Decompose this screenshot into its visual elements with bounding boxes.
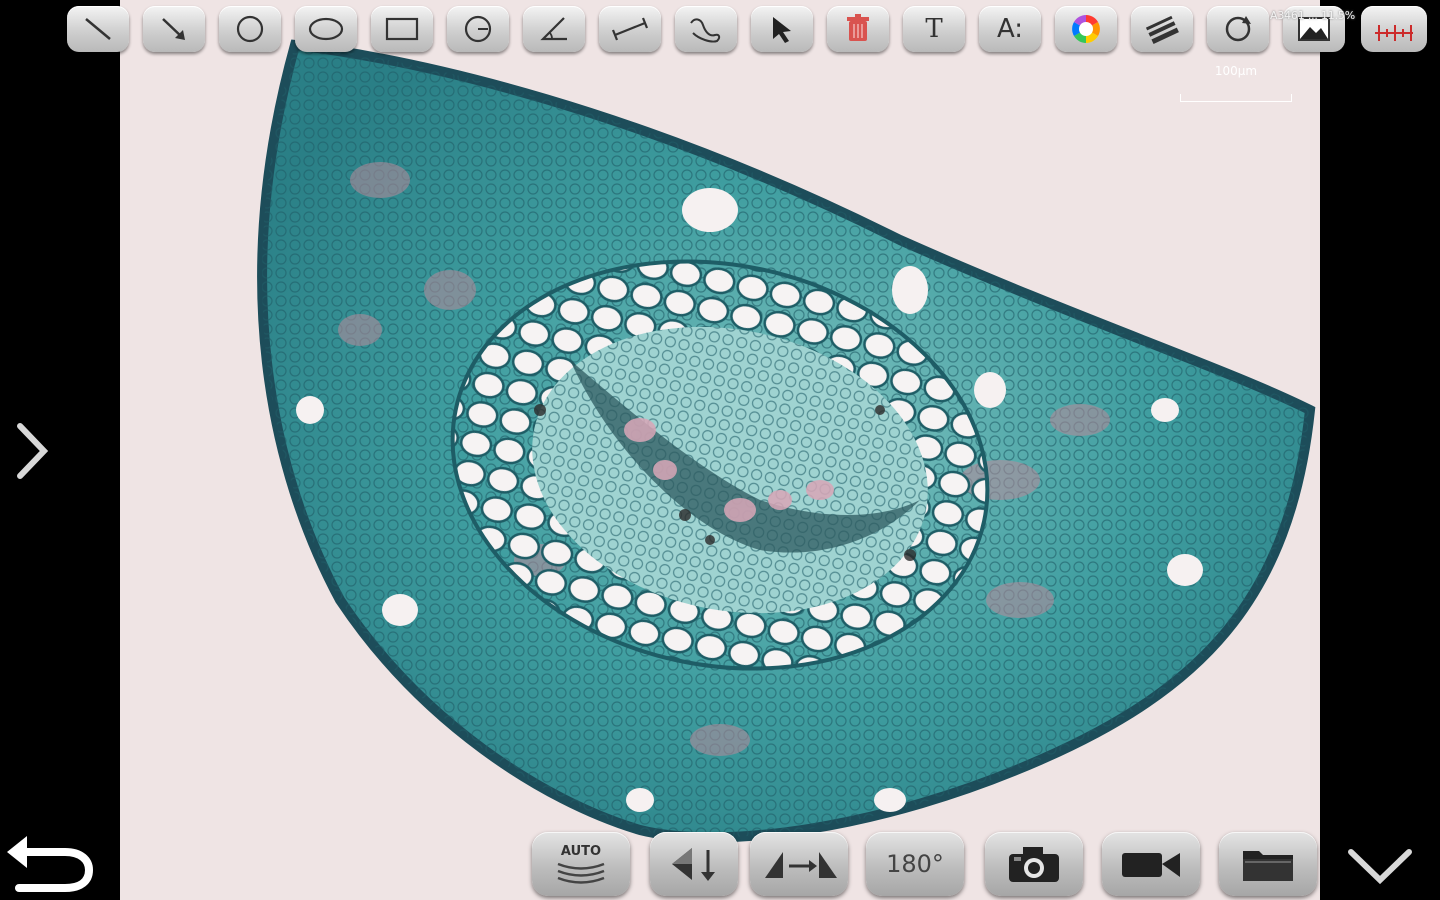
line-tool-button[interactable]: [67, 6, 129, 52]
record-video-button[interactable]: [1102, 832, 1200, 896]
auto-label: AUTO: [560, 843, 602, 859]
video-camera-icon: [1122, 853, 1180, 877]
font-size-icon: A:: [996, 14, 1024, 44]
calibrate-tool-button[interactable]: [1361, 6, 1427, 52]
line-width-tool-button[interactable]: [1131, 6, 1193, 52]
folder-icon: [1243, 851, 1293, 881]
chevron-down-icon: [1348, 849, 1412, 885]
ruler-icon: [1375, 25, 1413, 41]
open-folder-button[interactable]: [1219, 832, 1317, 896]
color-tool-button[interactable]: [1055, 6, 1117, 52]
leaf-cross-section-image: [257, 39, 1316, 843]
rectangle-icon: [385, 17, 419, 41]
line-width-icon: [1145, 15, 1179, 44]
refresh-tool-button[interactable]: [1207, 6, 1269, 52]
font-size-tool-button[interactable]: A:: [979, 6, 1041, 52]
trash-icon: [847, 14, 869, 41]
color-wheel-icon: [1072, 15, 1100, 43]
circle-center-icon: [464, 15, 492, 43]
refresh-icon: [1225, 16, 1251, 42]
flip-horizontal-button[interactable]: [750, 832, 848, 896]
line-icon: [85, 18, 111, 40]
rectangle-tool-button[interactable]: [371, 6, 433, 52]
text-icon: T: [925, 14, 943, 44]
circle-icon: [236, 15, 264, 43]
angle-icon: [540, 17, 567, 41]
ellipse-tool-button[interactable]: [295, 6, 357, 52]
freehand-icon: [690, 18, 721, 43]
scale-bar: [1180, 94, 1292, 102]
circle-tool-button[interactable]: [219, 6, 281, 52]
rotate-label: 180°: [886, 850, 944, 878]
back-button[interactable]: [2, 826, 98, 896]
flip-vertical-button[interactable]: [650, 832, 738, 896]
rotate-180-button[interactable]: 180°: [866, 832, 964, 896]
flip-vertical-icon: [672, 848, 715, 881]
text-tool-button[interactable]: T: [903, 6, 965, 52]
expand-panel-button[interactable]: [4, 412, 56, 490]
layers-icon: [557, 862, 605, 884]
circle-center-tool-button[interactable]: [447, 6, 509, 52]
arrow-icon: [162, 18, 185, 40]
delete-tool-button[interactable]: [827, 6, 889, 52]
cursor-icon: [773, 17, 791, 43]
angle-tool-button[interactable]: [523, 6, 585, 52]
microscope-image-viewport[interactable]: [120, 0, 1320, 900]
capture-photo-button[interactable]: [985, 832, 1083, 896]
scale-bar-label: 100μm: [1214, 64, 1258, 78]
measure-tool-button[interactable]: [599, 6, 661, 52]
ellipse-icon: [308, 17, 344, 41]
measure-icon: [611, 17, 649, 41]
freehand-tool-button[interactable]: [675, 6, 737, 52]
arrow-tool-button[interactable]: [143, 6, 205, 52]
chevron-right-icon: [17, 423, 49, 479]
status-readout: A3461 ... 11.5%: [1270, 9, 1355, 22]
auto-focus-button[interactable]: AUTO: [532, 832, 630, 896]
undo-arrow-icon: [7, 836, 94, 892]
select-tool-button[interactable]: [751, 6, 813, 52]
camera-icon: [1009, 847, 1059, 882]
flip-horizontal-icon: [765, 852, 837, 878]
collapse-panel-button[interactable]: [1342, 840, 1418, 890]
